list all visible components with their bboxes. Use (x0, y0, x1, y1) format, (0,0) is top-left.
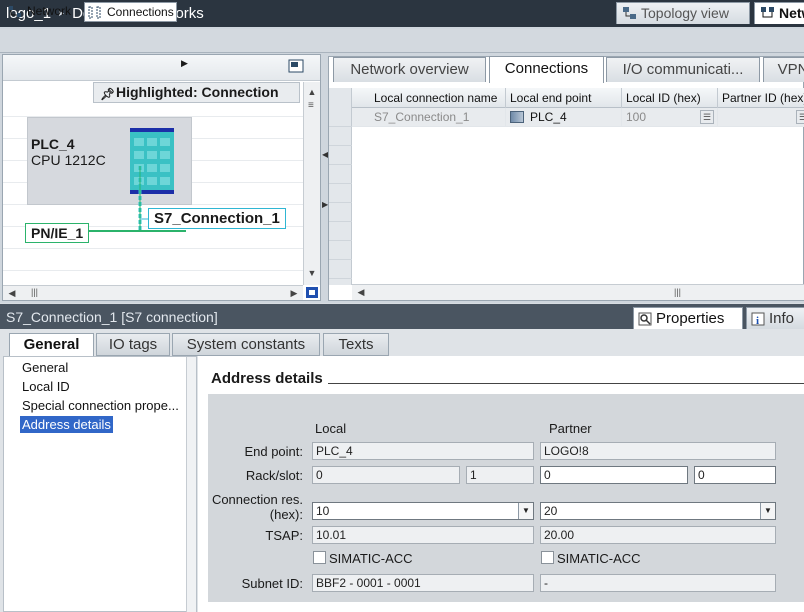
col-partner-id[interactable]: Partner ID (hex) (718, 88, 804, 108)
partner-end-point-field: LOGO!8 (540, 442, 776, 460)
table-horizontal-scrollbar[interactable]: ◀ ||| (352, 284, 804, 300)
local-rack-field: 0 (312, 466, 460, 484)
col-local-end-point[interactable]: Local end point (506, 88, 622, 108)
nav-item-special-connection-properties[interactable]: Special connection prope... (20, 397, 181, 414)
partner-column-header: Partner (549, 421, 592, 436)
chevron-down-icon[interactable]: ▼ (760, 503, 775, 519)
cell-partner-id[interactable]: ☰ (718, 108, 804, 127)
tab-texts[interactable]: Texts (323, 333, 389, 356)
rack-slot-label: Rack/slot: (245, 468, 303, 483)
svg-text:i: i (756, 315, 759, 326)
partner-simatic-acc-label: SIMATIC-ACC (557, 551, 641, 566)
cell-connection-name: S7_Connection_1 (370, 108, 506, 127)
scroll-left-icon[interactable]: ◀ (5, 286, 19, 300)
partner-subnet-id-field: - (540, 574, 776, 592)
nav-item-local-id[interactable]: Local ID (20, 378, 72, 395)
cell-end-point-value: PLC_4 (530, 110, 567, 124)
properties-tab-label: Properties (656, 310, 725, 327)
navigation-scrollbar[interactable] (186, 357, 196, 612)
info-icon: i (751, 312, 765, 326)
edit-dialog-icon[interactable]: ☰ (796, 110, 804, 124)
local-tsap-field: 10.01 (312, 526, 534, 544)
partner-simatic-acc-checkbox[interactable] (541, 551, 554, 564)
properties-tab[interactable]: Properties (633, 307, 743, 331)
local-connection-resource-value: 10 (316, 504, 330, 518)
section-title: Address details (211, 370, 323, 387)
network-lines (84, 166, 186, 232)
network-view-label: Netw (779, 5, 804, 21)
section-divider (328, 383, 804, 384)
topology-view-tab[interactable]: Topology view (616, 2, 750, 24)
graphic-horizontal-scrollbar[interactable]: ◀ ||| ▶ (3, 285, 303, 300)
connection-resource-label-2: (hex): (269, 507, 303, 522)
scroll-grip-icon[interactable]: ≡ (308, 101, 318, 116)
table-header: Local connection name Local end point Lo… (352, 88, 804, 108)
end-point-label: End point: (244, 444, 303, 459)
topology-view-label: Topology view (641, 5, 729, 21)
tab-io-tags[interactable]: IO tags (96, 333, 170, 356)
graphic-vertical-scrollbar[interactable]: ▲ ≡ ▼ (303, 82, 320, 285)
partner-connection-resource-select[interactable]: 20 ▼ (540, 502, 776, 520)
tab-vpn[interactable]: VPN (763, 57, 804, 82)
local-slot-field: 1 (466, 466, 534, 484)
partner-slot-input[interactable]: 0 (694, 466, 776, 484)
partner-tsap-field: 20.00 (540, 526, 776, 544)
info-tab[interactable]: i Info (746, 307, 804, 331)
local-simatic-acc-checkbox[interactable] (313, 551, 326, 564)
tab-general[interactable]: General (9, 333, 94, 358)
subnet-label[interactable]: PN/IE_1 (25, 223, 90, 243)
network-view-icon (761, 7, 774, 18)
scroll-right-icon[interactable]: ▶ (287, 286, 301, 300)
subnet-id-label: Subnet ID: (241, 576, 303, 591)
local-column-header: Local (315, 421, 347, 436)
chevron-down-icon[interactable]: ▼ (518, 503, 533, 519)
tab-connections[interactable]: Connections (489, 56, 604, 83)
edit-dialog-icon[interactable]: ☰ (700, 110, 714, 124)
cell-local-id-value: 100 (626, 110, 647, 124)
cell-end-point[interactable]: PLC_4 (506, 108, 622, 127)
topology-icon (623, 7, 636, 19)
tsap-label: TSAP: (265, 528, 303, 543)
col-local-id[interactable]: Local ID (hex) (622, 88, 718, 108)
tab-system-constants[interactable]: System constants (172, 333, 320, 356)
selected-object-title: S7_Connection_1 [S7 connection] (6, 309, 218, 325)
local-subnet-id-field: BBF2 - 0001 - 0001 (312, 574, 534, 592)
local-connection-resource-select[interactable]: 10 ▼ (312, 502, 534, 520)
local-simatic-acc-label: SIMATIC-ACC (329, 551, 413, 566)
connection-label[interactable]: S7_Connection_1 (148, 208, 286, 229)
local-end-point-field: PLC_4 (312, 442, 534, 460)
cell-local-id[interactable]: 100 ☰ (622, 108, 718, 127)
plc-icon (510, 111, 524, 123)
partner-rack-input[interactable]: 0 (540, 466, 688, 484)
nav-item-address-details[interactable]: Address details (20, 416, 113, 433)
partner-connection-resource-value: 20 (544, 504, 558, 518)
table-row[interactable]: S7_Connection_1 PLC_4 100 ☰ ☰ (352, 108, 804, 127)
properties-icon (638, 312, 652, 326)
col-local-connection-name[interactable]: Local connection name (370, 88, 506, 108)
row-number-column (329, 88, 352, 285)
scroll-grip-icon[interactable]: ||| (31, 287, 38, 297)
scroll-grip-icon[interactable]: ||| (674, 287, 681, 297)
network-view-tab[interactable]: Netw (754, 2, 804, 24)
nav-item-general[interactable]: General (20, 359, 70, 376)
scroll-left-icon[interactable]: ◀ (354, 285, 368, 299)
tab-network-overview[interactable]: Network overview (333, 57, 486, 82)
tab-io-communication[interactable]: I/O communicati... (606, 57, 760, 82)
scroll-down-icon[interactable]: ▼ (305, 266, 319, 280)
scroll-up-icon[interactable]: ▲ (305, 85, 319, 99)
zoom-to-fit-icon[interactable] (305, 286, 319, 299)
connection-resource-label-1: Connection res. (211, 492, 303, 507)
info-tab-label: Info (769, 310, 795, 327)
